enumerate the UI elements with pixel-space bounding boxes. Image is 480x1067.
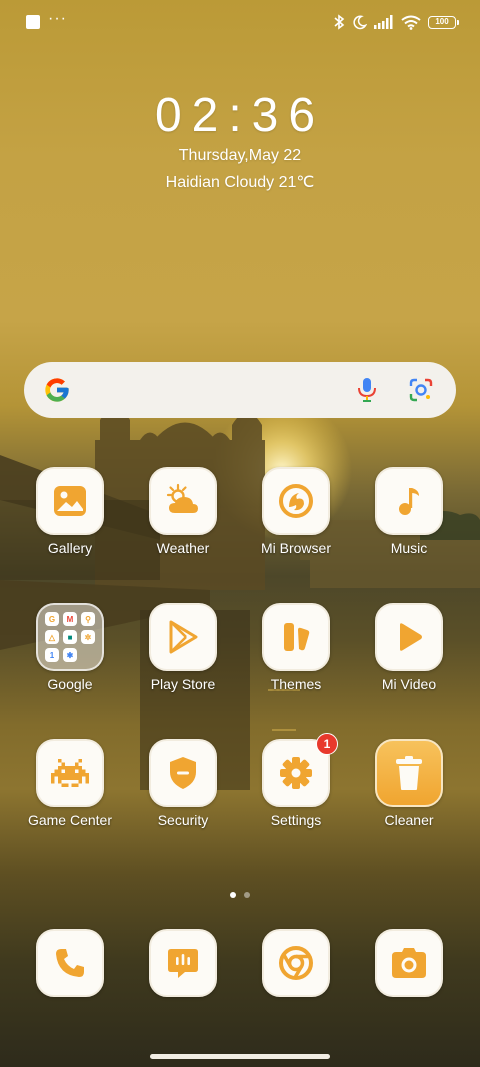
app-label: Security	[157, 812, 209, 828]
google-g-logo[interactable]	[40, 373, 74, 407]
app-label: Mi Browser	[260, 540, 331, 556]
assistant-icon: ✱	[63, 648, 77, 662]
weather-icon[interactable]	[149, 467, 217, 535]
mi-video-play-icon[interactable]	[375, 603, 443, 671]
app-music[interactable]: Music	[357, 467, 461, 556]
maps-icon: ⚲	[81, 612, 95, 626]
app-label: Cleaner	[384, 812, 434, 828]
app-gallery[interactable]: Gallery	[18, 467, 122, 556]
chrome-icon[interactable]	[262, 929, 330, 997]
app-play-store[interactable]: Play Store	[131, 603, 235, 692]
notification-square-icon	[26, 15, 40, 29]
app-weather[interactable]: Weather	[131, 467, 235, 556]
app-label: Settings	[270, 812, 322, 828]
app-google-folder[interactable]: G M ⚲ △ ■ ✲ 1 ✱ Google	[18, 603, 122, 692]
messages-icon[interactable]	[149, 929, 217, 997]
page-dot[interactable]	[244, 892, 250, 898]
drive-icon: △	[45, 630, 59, 644]
app-label: Play Store	[150, 676, 216, 692]
google-search-icon: G	[45, 612, 59, 626]
settings-gear-icon[interactable]: 1	[262, 733, 338, 807]
app-settings[interactable]: 1 Settings	[244, 733, 348, 828]
battery-indicator: 100	[428, 15, 459, 29]
mi-browser-icon[interactable]	[262, 467, 330, 535]
app-security[interactable]: Security	[131, 739, 235, 828]
notification-badge: 1	[316, 733, 338, 755]
page-dot-current[interactable]	[230, 892, 236, 898]
voice-search-mic-icon[interactable]	[350, 373, 384, 407]
dock-chrome[interactable]	[244, 929, 348, 997]
meet-icon: ■	[63, 630, 77, 644]
dock-camera[interactable]	[357, 929, 461, 997]
cellular-signal-icon	[374, 15, 393, 29]
dock-phone[interactable]	[18, 929, 122, 997]
game-center-invader-icon[interactable]	[36, 739, 104, 807]
google-folder-icon[interactable]: G M ⚲ △ ■ ✲ 1 ✱	[36, 603, 104, 671]
security-shield-icon[interactable]	[149, 739, 217, 807]
bluetooth-icon	[334, 14, 345, 30]
clock-time[interactable]: 02:36	[0, 88, 480, 143]
cleaner-trash-icon[interactable]	[375, 739, 443, 807]
google-one-icon: 1	[45, 648, 59, 662]
app-themes[interactable]: Themes	[244, 603, 348, 692]
app-label: Weather	[156, 540, 210, 556]
clock-date[interactable]: Thursday,May 22	[0, 147, 480, 165]
gmail-icon: M	[63, 612, 77, 626]
google-lens-icon[interactable]	[404, 373, 438, 407]
app-mi-browser[interactable]: Mi Browser	[244, 467, 348, 556]
play-store-icon[interactable]	[149, 603, 217, 671]
google-search-bar[interactable]	[24, 362, 456, 418]
gallery-icon[interactable]	[36, 467, 104, 535]
app-label: Mi Video	[381, 676, 437, 692]
gesture-home-bar[interactable]	[150, 1054, 330, 1059]
themes-icon[interactable]	[262, 603, 330, 671]
extra-app-icon	[81, 648, 95, 662]
app-label: Music	[390, 540, 428, 556]
do-not-disturb-moon-icon	[353, 15, 367, 29]
photos-icon: ✲	[81, 630, 95, 644]
wifi-icon	[401, 15, 421, 30]
app-label: Google	[47, 676, 93, 692]
app-label: Gallery	[47, 540, 93, 556]
dock-messages[interactable]	[131, 929, 235, 997]
notification-area: ···	[26, 10, 67, 29]
camera-icon[interactable]	[375, 929, 443, 997]
more-notifications-dots-icon: ···	[48, 10, 67, 27]
page-indicator[interactable]	[0, 892, 480, 898]
app-mi-video[interactable]: Mi Video	[357, 603, 461, 692]
music-note-icon[interactable]	[375, 467, 443, 535]
app-label: Game Center	[27, 812, 113, 828]
status-bar: ··· 100	[0, 0, 480, 44]
app-label: Themes	[270, 676, 322, 692]
app-game-center[interactable]: Game Center	[18, 739, 122, 828]
app-cleaner[interactable]: Cleaner	[357, 739, 461, 828]
clock-weather[interactable]: Haidian Cloudy 21℃	[0, 172, 480, 192]
phone-icon[interactable]	[36, 929, 104, 997]
system-status-area: 100	[333, 14, 459, 30]
